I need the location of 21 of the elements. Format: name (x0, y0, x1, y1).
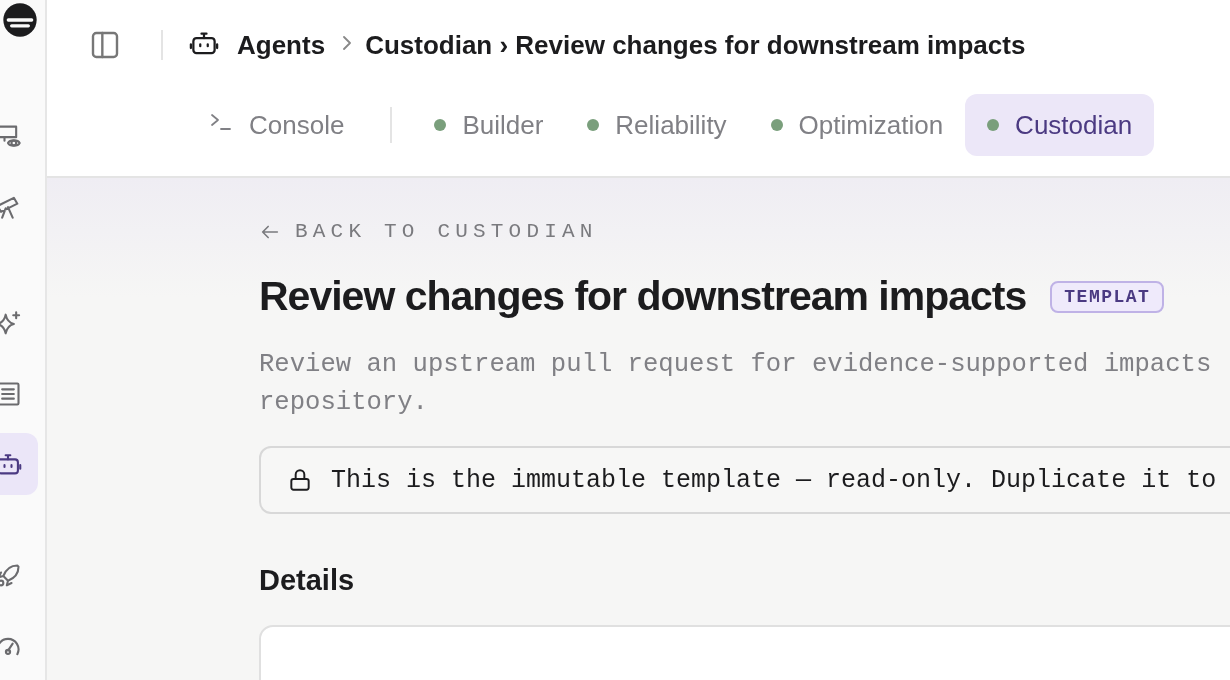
page-title: Review changes for downstream impacts (259, 273, 1027, 320)
status-dot (770, 119, 783, 131)
status-dot (434, 119, 447, 131)
status-dot (587, 119, 600, 131)
tab[interactable]: Custodian (965, 94, 1155, 156)
breadcrumb-item[interactable]: Agents (237, 29, 326, 61)
notice-text: This is the immutable template — read-only. Duplicate it to (331, 465, 1217, 495)
sidebar-toggle-icon (89, 29, 121, 61)
tab[interactable]: Reliability (565, 94, 749, 156)
back-link[interactable]: BACK TO CUSTODIAN (259, 220, 1230, 243)
tab[interactable]: Builder (412, 94, 566, 156)
document-icon (0, 380, 22, 408)
tab[interactable]: Console (199, 94, 367, 156)
description: Review an upstream pull request for evidence-supported impacts repository. (259, 349, 1213, 419)
section-title: Details (259, 564, 356, 597)
tab[interactable]: Optimization (748, 94, 966, 156)
chevron-icon (343, 36, 352, 50)
breadcrumb-item[interactable]: Custodian › Review changes for downstream impacts (365, 29, 1026, 61)
status-dot (987, 119, 1000, 131)
lock-icon (287, 467, 313, 493)
template-badge: TEMPLAT (1050, 280, 1165, 313)
